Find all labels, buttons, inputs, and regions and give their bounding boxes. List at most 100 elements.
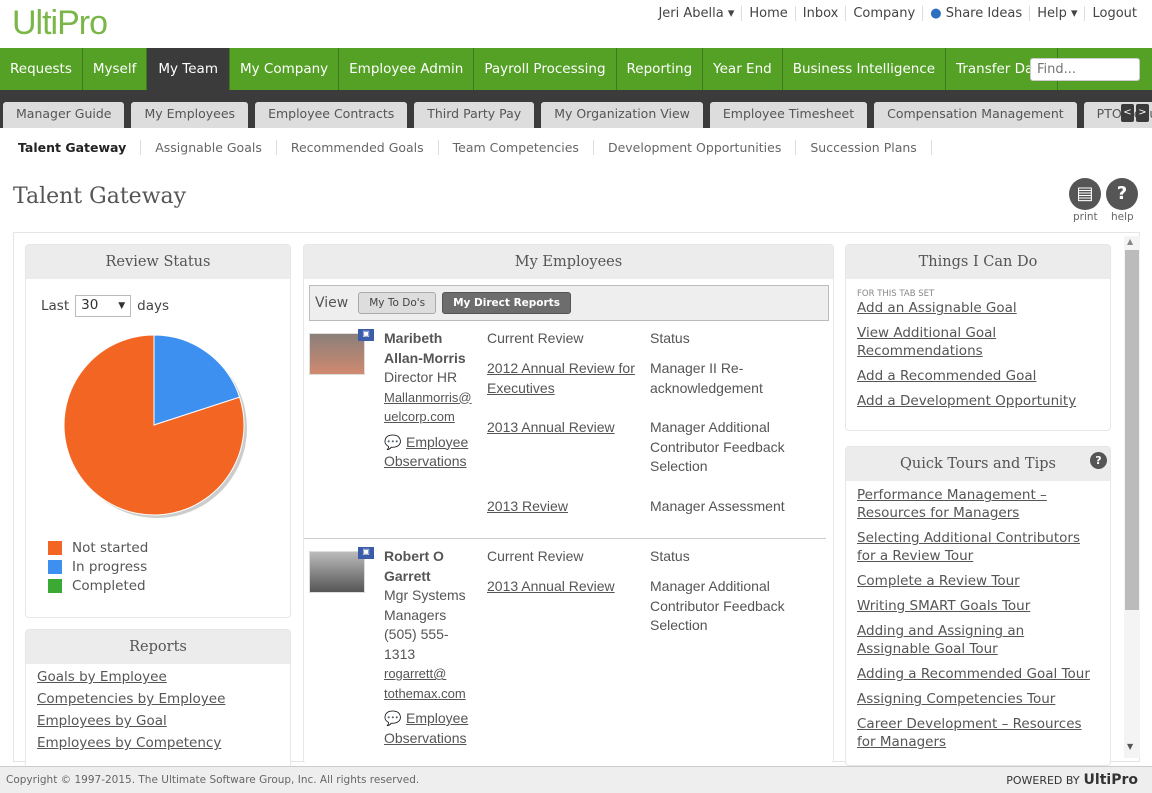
- quick-tours-title: Quick Tours and Tips: [846, 447, 1110, 481]
- tour-link[interactable]: Adding a Recommended Goal Tour: [857, 665, 1099, 683]
- subnav-team-competencies[interactable]: Team Competencies: [437, 140, 593, 155]
- legend-swatch: [48, 559, 62, 574]
- tab-next-arrow-icon[interactable]: >: [1136, 104, 1149, 122]
- scroll-down-icon[interactable]: ▼: [1127, 742, 1133, 751]
- tab-manager-guide[interactable]: Manager Guide: [3, 102, 125, 128]
- contact-card-icon[interactable]: ▣: [358, 547, 374, 559]
- tour-link[interactable]: Career Development – Resources for Manag…: [857, 715, 1099, 751]
- days-select[interactable]: 30 ▼: [75, 295, 132, 317]
- review-link[interactable]: 2012 Annual Review for Executives: [487, 359, 637, 398]
- help-icon[interactable]: ?: [1106, 178, 1138, 210]
- report-goals-by-employee[interactable]: Goals by Employee: [37, 666, 279, 688]
- tour-link[interactable]: Complete a Review Tour: [857, 572, 1099, 590]
- scroll-up-icon[interactable]: ▲: [1127, 237, 1133, 246]
- my-employees-title: My Employees: [304, 245, 833, 279]
- tab-prev-arrow-icon[interactable]: <: [1121, 104, 1134, 122]
- tab-third-party-pay[interactable]: Third Party Pay: [414, 102, 535, 128]
- add-recommended-goal-link[interactable]: Add a Recommended Goal: [857, 367, 1099, 385]
- nav-payroll-processing[interactable]: Payroll Processing: [474, 48, 617, 90]
- legend-completed: Completed: [48, 576, 148, 595]
- employee-row: ▣ Maribeth Allan-Morris Director HR Mall…: [304, 329, 826, 539]
- tour-link[interactable]: Selecting Additional Contributors for a …: [857, 529, 1099, 565]
- contact-card-icon[interactable]: ▣: [358, 329, 374, 341]
- scrollbar-thumb[interactable]: [1125, 250, 1139, 610]
- employee-title: Director HR: [384, 369, 458, 385]
- quick-tours-panel: Quick Tours and Tips ? Performance Manag…: [845, 446, 1111, 766]
- logout-link[interactable]: Logout: [1084, 6, 1144, 21]
- subnav-recommended-goals[interactable]: Recommended Goals: [275, 140, 438, 155]
- main-nav: Requests Myself My Team My Company Emplo…: [0, 48, 1152, 90]
- copyright: Copyright © 1997-2015. The Ultimate Soft…: [6, 774, 420, 786]
- nav-year-end[interactable]: Year End: [703, 48, 783, 90]
- subnav-succession-plans[interactable]: Succession Plans: [795, 140, 932, 155]
- review-link[interactable]: 2013 Annual Review: [487, 418, 637, 438]
- report-competencies-by-employee[interactable]: Competencies by Employee: [37, 688, 279, 710]
- nav-my-company[interactable]: My Company: [230, 48, 340, 90]
- last-label: Last: [41, 298, 70, 314]
- my-todos-button[interactable]: My To Do's: [358, 292, 437, 314]
- home-link[interactable]: Home: [741, 6, 794, 21]
- help-menu[interactable]: Help ▾: [1029, 6, 1084, 21]
- employee-phone: (505) 555-1313: [384, 626, 449, 662]
- things-i-can-do-panel: Things I Can Do FOR THIS TAB SET Add an …: [845, 244, 1111, 431]
- tour-link[interactable]: Assigning Competencies Tour: [857, 690, 1099, 708]
- tab-bar: Manager Guide My Employees Employee Cont…: [0, 90, 1152, 128]
- tab-my-organization-view[interactable]: My Organization View: [541, 102, 703, 128]
- top-links: Jeri Abella ▾ Home Inbox Company ● Share…: [651, 6, 1144, 21]
- employee-email[interactable]: rogarrett@ tothemax.com: [384, 666, 466, 701]
- legend-in-progress: In progress: [48, 557, 148, 576]
- tour-link[interactable]: Writing SMART Goals Tour: [857, 597, 1099, 615]
- review-link[interactable]: 2013 Annual Review: [487, 577, 637, 597]
- legend-swatch: [48, 540, 62, 555]
- nav-reporting[interactable]: Reporting: [617, 48, 704, 90]
- print-icon[interactable]: ▤: [1069, 178, 1101, 210]
- current-review-header: Current Review: [487, 330, 584, 346]
- employee-photo[interactable]: [309, 551, 365, 593]
- nav-myself[interactable]: Myself: [83, 48, 148, 90]
- nav-employee-admin[interactable]: Employee Admin: [339, 48, 475, 90]
- employee-name[interactable]: Robert O Garrett: [384, 547, 476, 586]
- tours-help-icon[interactable]: ?: [1090, 452, 1107, 469]
- inbox-link[interactable]: Inbox: [794, 6, 846, 21]
- share-ideas-link[interactable]: ● Share Ideas: [922, 6, 1029, 21]
- tab-compensation-management[interactable]: Compensation Management: [874, 102, 1077, 128]
- review-status: Manager Assessment: [650, 498, 785, 514]
- employee-row: ▣ Robert O Garrett Mgr Systems Managers …: [304, 547, 833, 764]
- print-label: print: [1073, 211, 1098, 223]
- tab-my-employees[interactable]: My Employees: [131, 102, 249, 128]
- find-input[interactable]: [1030, 58, 1140, 81]
- review-status: Manager II Re-acknowledgement: [650, 360, 763, 396]
- subnav-assignable-goals[interactable]: Assignable Goals: [140, 140, 276, 155]
- review-status-title: Review Status: [26, 245, 290, 279]
- days-label: days: [137, 298, 169, 314]
- review-link[interactable]: 2013 Review: [487, 497, 637, 517]
- review-status: Manager Additional Contributor Feedback …: [650, 419, 785, 474]
- help-label: help: [1111, 211, 1134, 223]
- for-this-tab-set-label: FOR THIS TAB SET: [857, 289, 935, 299]
- tab-employee-contracts[interactable]: Employee Contracts: [255, 102, 408, 128]
- tour-link[interactable]: Adding and Assigning an Assignable Goal …: [857, 622, 1099, 658]
- legend-swatch: [48, 578, 62, 593]
- report-employees-by-competency[interactable]: Employees by Competency: [37, 732, 279, 754]
- user-menu[interactable]: Jeri Abella ▾: [651, 6, 741, 21]
- add-development-opportunity-link[interactable]: Add a Development Opportunity: [857, 392, 1099, 410]
- company-link[interactable]: Company: [845, 6, 922, 21]
- employee-title: Mgr Systems Managers: [384, 587, 466, 623]
- employee-email[interactable]: Mallanmorris@ uelcorp.com: [384, 390, 472, 425]
- nav-requests[interactable]: Requests: [0, 48, 83, 90]
- tab-employee-timesheet[interactable]: Employee Timesheet: [709, 102, 868, 128]
- view-goal-recommendations-link[interactable]: View Additional Goal Recommendations: [857, 324, 1099, 360]
- add-assignable-goal-link[interactable]: Add an Assignable Goal: [857, 299, 1099, 317]
- observations-icon: 💬: [384, 433, 402, 450]
- tour-link[interactable]: Performance Management – Resources for M…: [857, 486, 1099, 522]
- employee-photo[interactable]: [309, 333, 365, 375]
- nav-business-intelligence[interactable]: Business Intelligence: [783, 48, 947, 90]
- report-employees-by-goal[interactable]: Employees by Goal: [37, 710, 279, 732]
- subnav-development-opportunities[interactable]: Development Opportunities: [592, 140, 795, 155]
- view-label: View: [315, 295, 349, 311]
- nav-my-team[interactable]: My Team: [147, 48, 230, 90]
- ultipro-logo[interactable]: UltiPro: [12, 4, 108, 43]
- employee-name[interactable]: Maribeth Allan-Morris: [384, 329, 476, 368]
- subnav-talent-gateway[interactable]: Talent Gateway: [8, 140, 140, 155]
- my-direct-reports-button[interactable]: My Direct Reports: [442, 292, 571, 314]
